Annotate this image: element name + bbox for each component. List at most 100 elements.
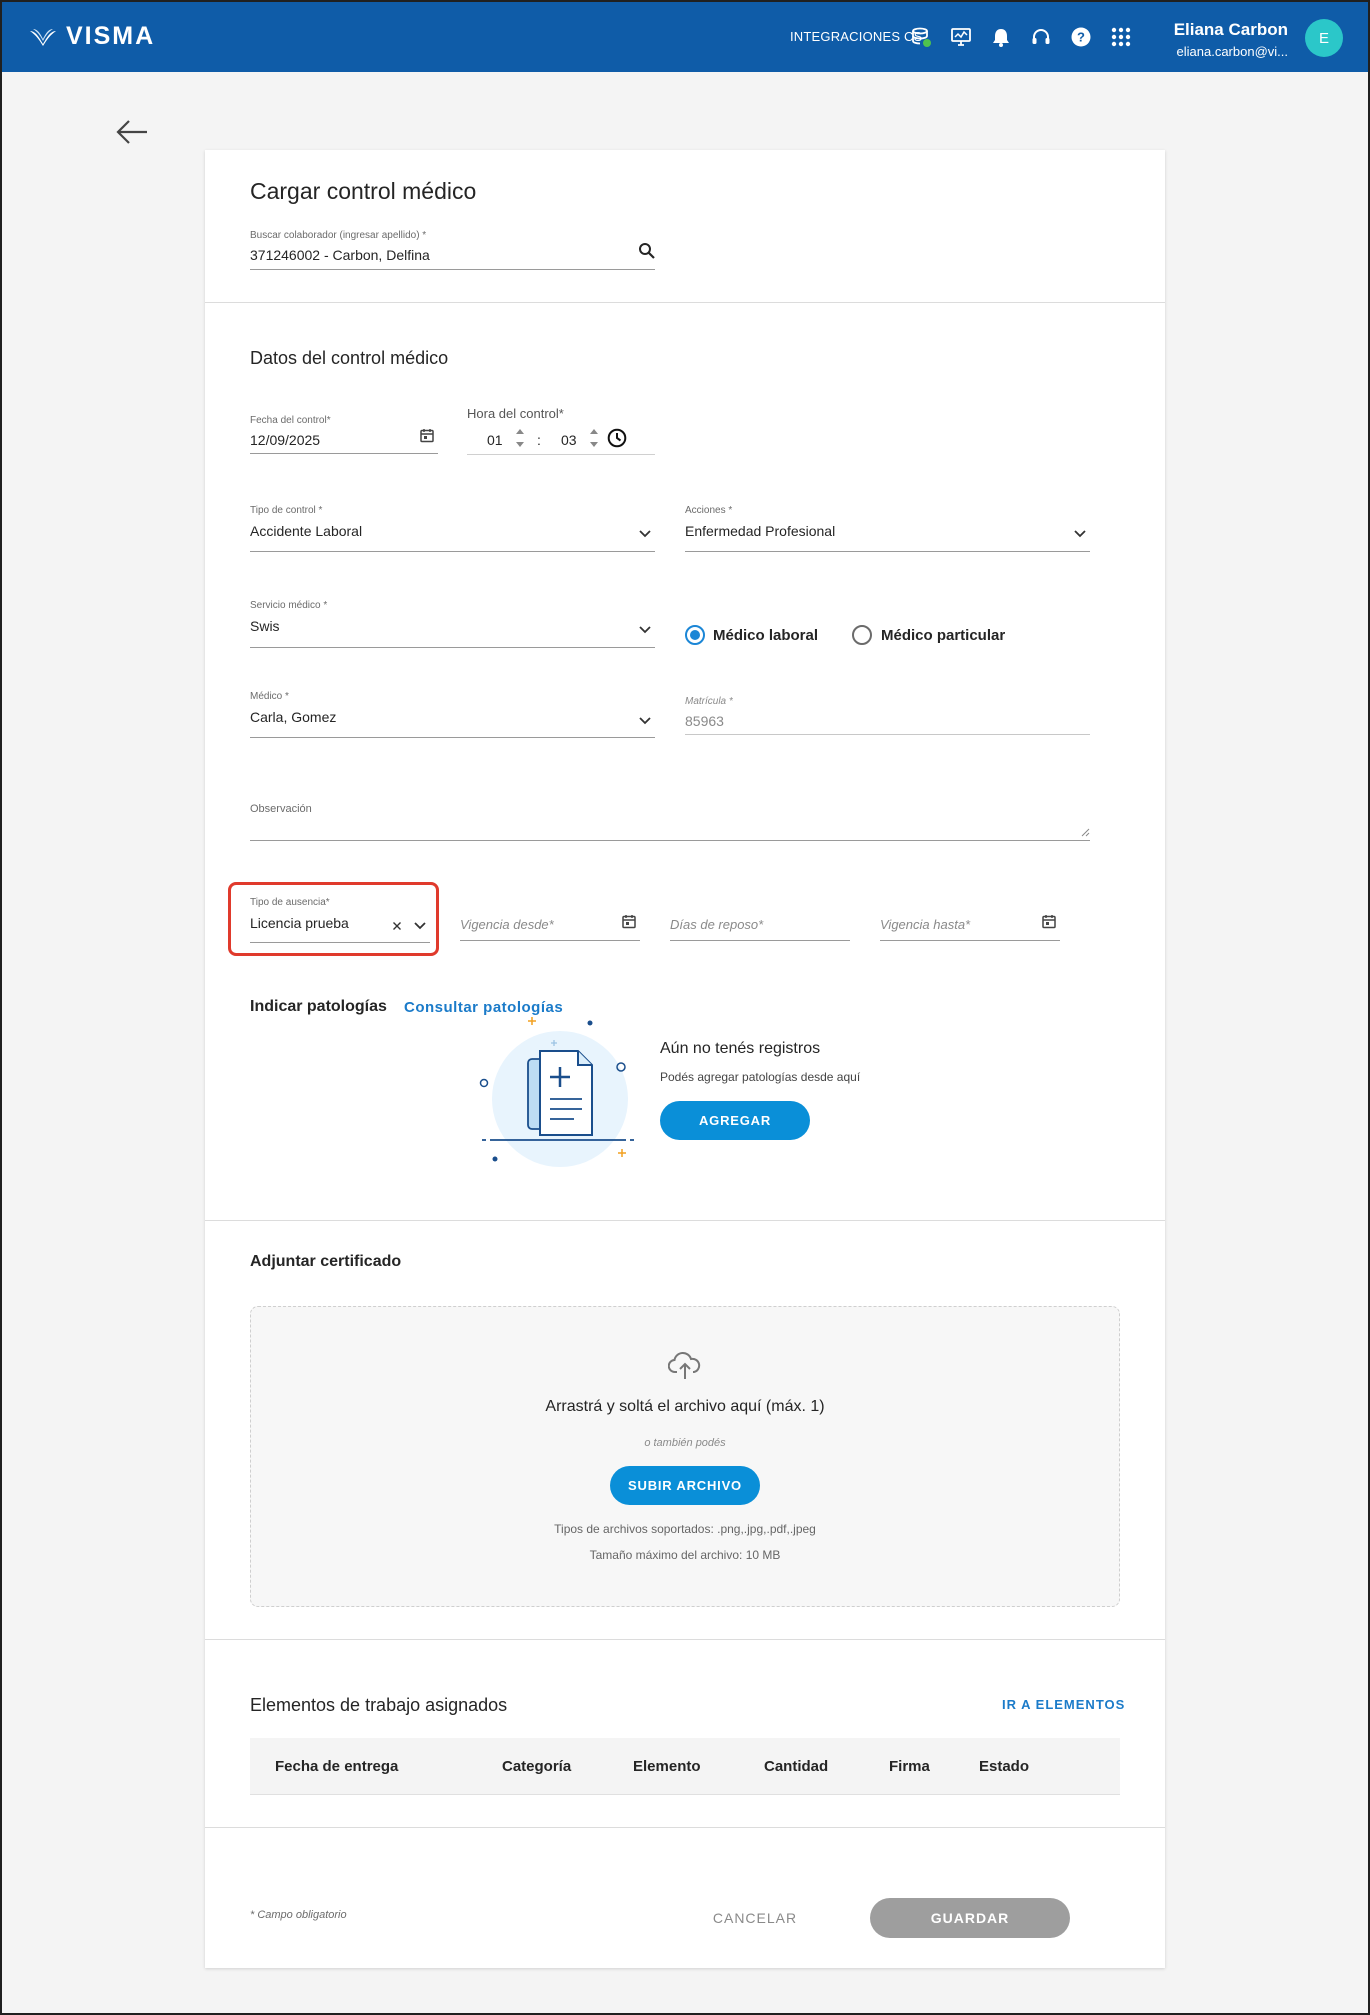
rest-days-input[interactable]: Días de reposo* bbox=[670, 917, 763, 932]
cancel-button[interactable]: CANCELAR bbox=[700, 1898, 810, 1938]
valid-to-underline bbox=[880, 940, 1060, 941]
doctor-underline bbox=[250, 737, 655, 738]
collaborator-underline bbox=[250, 269, 655, 270]
doctor-select[interactable]: Carla, Gomez bbox=[250, 709, 336, 725]
integrations-label[interactable]: INTEGRACIONES CS bbox=[790, 29, 923, 44]
valid-from-underline bbox=[460, 940, 640, 941]
user-email: eliana.carbon@vi... bbox=[1176, 44, 1288, 59]
chevron-down-icon[interactable] bbox=[639, 530, 651, 538]
absence-type-select[interactable]: Licencia prueba bbox=[250, 915, 349, 931]
section-title: Datos del control médico bbox=[250, 348, 449, 368]
observation-textarea[interactable] bbox=[250, 820, 1090, 840]
license-underline bbox=[685, 734, 1090, 735]
actions-underline bbox=[685, 551, 1090, 552]
max-size-text: Tamaño máximo del archivo: 10 MB bbox=[589, 1548, 781, 1562]
avatar[interactable]: E bbox=[1305, 19, 1343, 57]
medical-service-label: Servicio médico * bbox=[250, 600, 328, 611]
monitor-icon[interactable] bbox=[950, 26, 972, 48]
column-header-category[interactable]: Categoría bbox=[502, 1758, 571, 1775]
rest-days-underline bbox=[670, 940, 850, 941]
empty-state-subtitle: Podés agregar patologías desde aquí bbox=[660, 1070, 861, 1084]
observation-underline bbox=[250, 840, 1090, 841]
back-arrow-icon[interactable] bbox=[115, 118, 149, 146]
medical-service-underline bbox=[250, 647, 655, 648]
brand-logo[interactable]: VISMA bbox=[28, 22, 155, 51]
drop-text: Arrastrá y soltá el archivo aquí (máx. 1… bbox=[545, 1398, 825, 1415]
chevron-down-icon[interactable] bbox=[1074, 530, 1086, 538]
license-label: Matrícula * bbox=[685, 696, 733, 707]
section-divider bbox=[205, 302, 1165, 303]
time-separator: : bbox=[537, 432, 541, 448]
collaborator-label: Buscar colaborador (ingresar apellido) * bbox=[250, 230, 427, 241]
go-to-elements-link[interactable]: IR A ELEMENTOS bbox=[1002, 1697, 1125, 1712]
medical-service-select[interactable]: Swis bbox=[250, 618, 280, 634]
observation-label: Observación bbox=[250, 803, 312, 815]
brand-name: VISMA bbox=[66, 22, 156, 50]
control-type-select[interactable]: Accidente Laboral bbox=[250, 523, 362, 539]
valid-from-input[interactable]: Vigencia desde* bbox=[460, 917, 554, 932]
or-text: o también podés bbox=[644, 1437, 726, 1449]
work-elements-table-header: Fecha de entrega Categoría Elemento Cant… bbox=[250, 1738, 1120, 1795]
column-header-delivery-date[interactable]: Fecha de entrega bbox=[275, 1758, 398, 1775]
valid-to-input[interactable]: Vigencia hasta* bbox=[880, 917, 970, 932]
headset-icon[interactable] bbox=[1030, 26, 1052, 48]
minutes-spinner-icon[interactable] bbox=[589, 426, 599, 450]
radio-label-laboral[interactable]: Médico laboral bbox=[713, 627, 818, 644]
user-name[interactable]: Eliana Carbon bbox=[1174, 20, 1288, 40]
collaborator-input[interactable]: 371246002 - Carbon, Delfina bbox=[250, 247, 430, 263]
calendar-icon[interactable] bbox=[622, 914, 636, 929]
page-title: Cargar control médico bbox=[250, 178, 477, 204]
file-types-text: Tipos de archivos soportados: .png,.jpg,… bbox=[554, 1522, 816, 1536]
svg-text:?: ? bbox=[1077, 30, 1085, 45]
bell-icon[interactable] bbox=[990, 26, 1012, 48]
time-hours-input[interactable]: 01 bbox=[487, 432, 503, 448]
column-header-status[interactable]: Estado bbox=[979, 1758, 1029, 1775]
date-underline bbox=[250, 453, 438, 454]
calendar-icon[interactable] bbox=[1042, 914, 1056, 929]
empty-state-title: Aún no tenés registros bbox=[660, 1040, 821, 1057]
database-icon[interactable] bbox=[910, 26, 932, 48]
absence-type-label: Tipo de ausencia* bbox=[250, 897, 330, 908]
actions-label: Acciones * bbox=[685, 505, 733, 516]
radio-medico-laboral[interactable] bbox=[685, 625, 705, 645]
hours-spinner-icon[interactable] bbox=[515, 426, 525, 450]
resize-handle-icon[interactable] bbox=[1081, 828, 1090, 837]
add-pathology-button[interactable]: AGREGAR bbox=[660, 1101, 810, 1140]
clear-icon[interactable] bbox=[392, 921, 402, 931]
upload-file-button[interactable]: SUBIR ARCHIVO bbox=[610, 1466, 760, 1505]
absence-type-underline bbox=[250, 942, 430, 943]
radio-label-particular[interactable]: Médico particular bbox=[881, 627, 1005, 644]
calendar-icon[interactable] bbox=[420, 428, 434, 443]
visma-logo-icon bbox=[30, 28, 56, 46]
time-minutes-input[interactable]: 03 bbox=[561, 432, 577, 448]
actions-select[interactable]: Enfermedad Profesional bbox=[685, 523, 835, 539]
column-header-quantity[interactable]: Cantidad bbox=[764, 1758, 828, 1775]
control-type-underline bbox=[250, 551, 655, 552]
required-note: * Campo obligatorio bbox=[250, 1909, 347, 1921]
column-header-signature[interactable]: Firma bbox=[889, 1758, 930, 1775]
apps-grid-icon[interactable] bbox=[1110, 26, 1132, 48]
section-divider bbox=[205, 1827, 1165, 1828]
help-icon[interactable]: ? bbox=[1070, 26, 1092, 48]
date-label: Fecha del control* bbox=[250, 415, 331, 426]
section-divider bbox=[205, 1220, 1165, 1221]
search-icon[interactable] bbox=[638, 242, 656, 260]
section-divider bbox=[205, 1639, 1165, 1640]
certificate-title: Adjuntar certificado bbox=[250, 1253, 402, 1270]
time-label: Hora del control* bbox=[467, 406, 564, 421]
doctor-label: Médico * bbox=[250, 691, 289, 702]
cloud-upload-icon bbox=[668, 1351, 701, 1379]
time-underline bbox=[467, 454, 655, 455]
chevron-down-icon[interactable] bbox=[639, 717, 651, 725]
license-input: 85963 bbox=[685, 713, 724, 729]
save-button[interactable]: GUARDAR bbox=[870, 1898, 1070, 1938]
date-input[interactable]: 12/09/2025 bbox=[250, 432, 320, 448]
chevron-down-icon[interactable] bbox=[414, 922, 426, 930]
pathologies-title: Indicar patologías bbox=[250, 998, 387, 1015]
document-plus-illustration bbox=[479, 1017, 634, 1167]
clock-icon[interactable] bbox=[607, 428, 627, 448]
chevron-down-icon[interactable] bbox=[639, 626, 651, 634]
column-header-element[interactable]: Elemento bbox=[633, 1758, 701, 1775]
top-bar: VISMA INTEGRACIONES CS ? Eliana Carbon e… bbox=[2, 2, 1368, 72]
radio-medico-particular[interactable] bbox=[852, 625, 872, 645]
